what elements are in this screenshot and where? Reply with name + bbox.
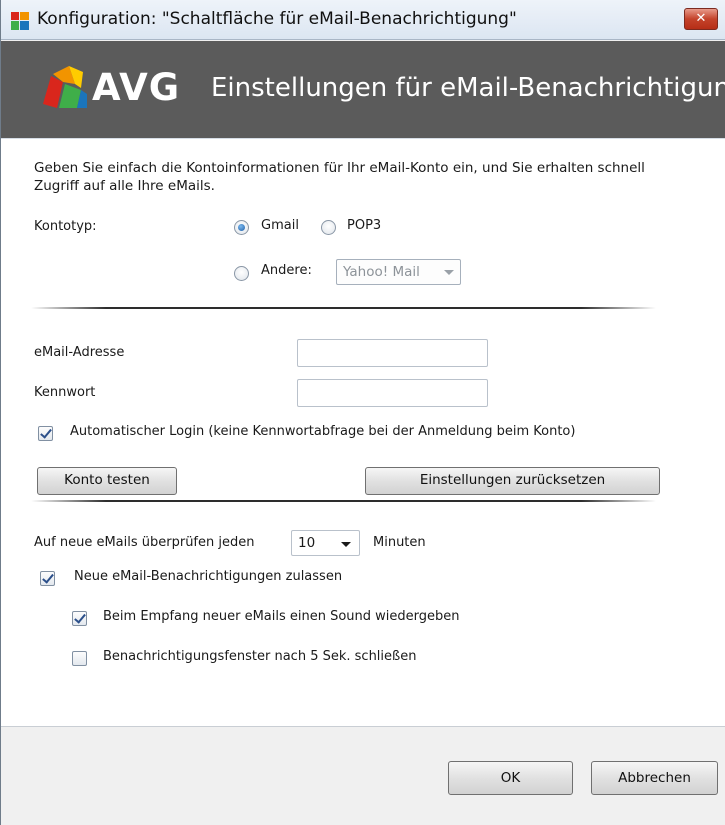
intro-text: Geben Sie einfach die Kontoinformationen… (34, 160, 645, 194)
check-interval-value: 10 (298, 535, 316, 551)
other-provider-value: Yahoo! Mail (343, 264, 420, 280)
auto-login-label[interactable]: Automatischer Login (keine Kennwortabfra… (70, 424, 575, 439)
avg-banner: AVG Einstellungen für eMail-Benachrichti… (1, 41, 725, 138)
banner-headline: Einstellungen für eMail-Benachrichtigung (211, 73, 725, 103)
avg-app-icon (11, 12, 29, 30)
auto-login-checkbox[interactable] (38, 426, 53, 441)
radio-pop3-label[interactable]: POP3 (347, 218, 381, 233)
check-interval-unit: Minuten (373, 535, 426, 550)
chevron-down-icon (341, 542, 351, 547)
password-field[interactable] (297, 379, 488, 407)
password-label: Kennwort (34, 385, 96, 400)
check-interval-label: Auf neue eMails überprüfen jeden (34, 535, 255, 550)
auto-close-checkbox[interactable] (72, 651, 87, 666)
radio-pop3[interactable] (321, 220, 336, 235)
radio-other-label[interactable]: Andere: (261, 263, 312, 278)
ok-button[interactable]: OK (448, 761, 573, 795)
cancel-button[interactable]: Abbrechen (591, 761, 718, 795)
separator-bottom (31, 500, 656, 502)
allow-notifications-checkbox[interactable] (40, 571, 55, 586)
reset-settings-button[interactable]: Einstellungen zurücksetzen (365, 467, 660, 495)
check-interval-select[interactable]: 10 (291, 530, 360, 556)
email-field[interactable] (297, 339, 488, 367)
settings-panel: Geben Sie einfach die Kontoinformationen… (1, 138, 725, 726)
separator-top (31, 307, 656, 309)
play-sound-checkbox[interactable] (72, 611, 87, 626)
close-button[interactable]: ✕ (684, 8, 718, 30)
avg-logo-icon (43, 66, 87, 108)
window-title: Konfiguration: "Schaltfläche für eMail-B… (37, 9, 517, 29)
config-window: Konfiguration: "Schaltfläche für eMail-B… (0, 0, 725, 825)
chevron-down-icon (444, 270, 454, 275)
account-type-label: Kontotyp: (34, 219, 97, 234)
play-sound-label[interactable]: Beim Empfang neuer eMails einen Sound wi… (103, 609, 460, 624)
title-bar: Konfiguration: "Schaltfläche für eMail-B… (1, 0, 725, 40)
radio-gmail[interactable] (234, 220, 249, 235)
test-account-button[interactable]: Konto testen (37, 467, 177, 495)
dialog-footer: OK Abbrechen (1, 726, 725, 825)
allow-notifications-label[interactable]: Neue eMail-Benachrichtigungen zulassen (74, 569, 342, 584)
auto-close-label[interactable]: Benachrichtigungsfenster nach 5 Sek. sch… (103, 649, 416, 664)
radio-gmail-label[interactable]: Gmail (261, 218, 299, 233)
avg-brand: AVG (92, 66, 181, 109)
radio-other[interactable] (234, 266, 249, 281)
email-label: eMail-Adresse (34, 345, 125, 360)
other-provider-select[interactable]: Yahoo! Mail (336, 259, 461, 285)
